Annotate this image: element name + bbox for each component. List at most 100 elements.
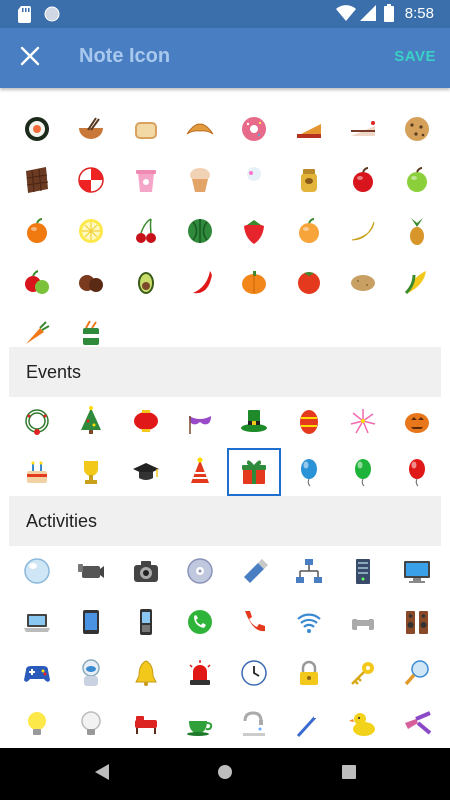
icon-option[interactable] [12,449,62,495]
icon-option[interactable] [392,259,442,305]
icon-option[interactable] [66,157,116,203]
icon-option[interactable] [121,701,171,747]
icon-option[interactable] [175,106,225,152]
corn-icon [402,267,432,297]
icon-option[interactable] [284,398,334,444]
icon-option[interactable] [392,106,442,152]
icon-option[interactable] [229,106,279,152]
banana-icon [348,216,378,246]
icon-option[interactable] [12,599,62,645]
icon-option[interactable] [66,701,116,747]
save-button[interactable]: SAVE [394,48,436,65]
back-button[interactable] [90,762,114,786]
close-button[interactable] [10,38,50,78]
icon-option[interactable] [66,398,116,444]
apples-icon [22,267,52,297]
close-icon [20,46,40,71]
icon-option[interactable] [338,208,388,254]
icon-option[interactable] [175,548,225,594]
icon-option[interactable] [229,701,279,747]
icon-option[interactable] [175,157,225,203]
icon-option[interactable] [338,599,388,645]
icon-option[interactable] [12,701,62,747]
icon-option[interactable] [121,548,171,594]
icon-option[interactable] [229,548,279,594]
icon-option[interactable] [284,548,334,594]
icon-option[interactable] [175,650,225,696]
icon-option[interactable] [12,548,62,594]
icon-option[interactable] [66,449,116,495]
icon-option[interactable] [284,157,334,203]
icon-option[interactable] [338,701,388,747]
icon-option[interactable] [229,208,279,254]
icon-option[interactable] [392,599,442,645]
icon-option[interactable] [284,650,334,696]
icon-option[interactable] [66,106,116,152]
icon-option[interactable] [392,548,442,594]
icon-option[interactable] [12,157,62,203]
recents-button[interactable] [337,762,361,786]
icon-option[interactable] [392,157,442,203]
icon-option[interactable] [338,106,388,152]
red-balloon-icon [402,457,432,487]
icon-option[interactable] [338,548,388,594]
donut-icon [239,114,269,144]
icon-option[interactable] [175,208,225,254]
pie-slice-icon [294,114,324,144]
icon-option[interactable] [175,701,225,747]
icon-option[interactable] [338,449,388,495]
robot-icon [76,658,106,688]
status-time: 8:58 [404,5,434,22]
icon-option[interactable] [175,599,225,645]
icon-option[interactable] [12,259,62,305]
icon-option[interactable] [229,398,279,444]
icon-option[interactable] [121,650,171,696]
icon-option[interactable] [121,208,171,254]
icon-option[interactable] [121,449,171,495]
icon-option[interactable] [121,259,171,305]
icon-option[interactable] [338,398,388,444]
icon-option[interactable] [66,650,116,696]
icon-option[interactable] [12,398,62,444]
icon-option[interactable] [392,398,442,444]
printer-icon [348,607,378,637]
icon-option[interactable] [284,106,334,152]
recents-icon [342,764,356,784]
icon-option[interactable] [66,599,116,645]
food-icon-grid [10,106,442,356]
icon-option[interactable] [121,398,171,444]
icon-option[interactable] [12,106,62,152]
icon-option[interactable] [338,650,388,696]
icon-option[interactable] [121,106,171,152]
icon-option[interactable] [66,259,116,305]
icon-option[interactable] [121,157,171,203]
icon-option[interactable] [284,701,334,747]
home-button[interactable] [213,762,237,786]
icon-option[interactable] [229,599,279,645]
icon-option[interactable] [175,449,225,495]
icon-option[interactable] [338,259,388,305]
icon-option[interactable] [12,208,62,254]
icon-option[interactable] [175,398,225,444]
icon-option[interactable] [66,208,116,254]
icon-option[interactable] [284,259,334,305]
icon-option[interactable] [392,208,442,254]
icon-option[interactable] [284,449,334,495]
icon-option[interactable] [121,599,171,645]
icon-option[interactable] [284,208,334,254]
icon-option[interactable] [284,599,334,645]
icon-option[interactable] [229,650,279,696]
cupcake-icon [185,165,215,195]
icon-option[interactable] [175,259,225,305]
icon-option[interactable] [229,259,279,305]
icon-option[interactable] [229,157,279,203]
carnival-mask-icon [185,406,215,436]
icon-option[interactable] [66,548,116,594]
icon-option[interactable] [392,449,442,495]
icon-option[interactable] [12,650,62,696]
icon-option[interactable] [227,448,282,496]
icon-option[interactable] [338,157,388,203]
icon-option[interactable] [392,701,442,747]
graduation-cap-icon [131,457,161,487]
icon-option[interactable] [392,650,442,696]
